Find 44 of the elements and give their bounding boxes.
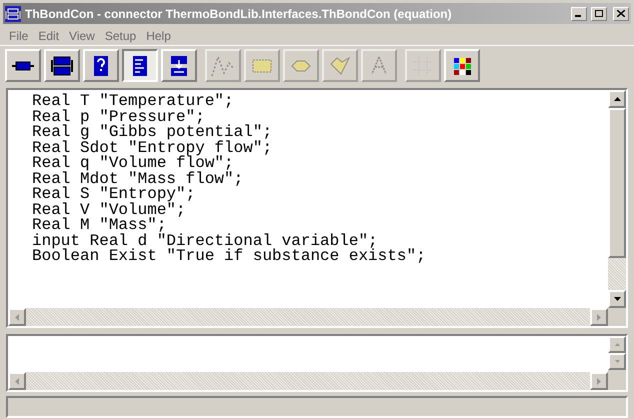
horizontal-scrollbar[interactable] — [8, 372, 608, 390]
menu-item[interactable]: File — [4, 26, 34, 44]
code-line: Real S "Entropy"; — [32, 187, 196, 202]
vertical-scrollbar[interactable] — [608, 90, 626, 308]
code-line: Boolean Exist "True if substance exists"; — [32, 249, 427, 264]
right-arrow-icon — [597, 314, 601, 320]
scroll-left-button[interactable] — [8, 372, 26, 390]
scroll-up-button[interactable] — [608, 90, 626, 108]
code-line: Real V "Volume"; — [32, 202, 186, 218]
window-icon — [5, 6, 21, 22]
close-icon — [617, 10, 625, 17]
menu-item[interactable]: Help — [141, 26, 176, 44]
scroll-thumb[interactable] — [608, 108, 626, 258]
code-line: Real q "Volume flow"; — [32, 156, 234, 172]
code-line: Real M "Mass"; — [32, 218, 166, 234]
scroll-right-button[interactable] — [590, 308, 608, 326]
window-title: ThBondCon - connector ThermoBondLib.Interfaces.ThBondCon (equation) — [25, 6, 453, 22]
left-arrow-icon — [15, 314, 19, 320]
menu-item[interactable]: Setup — [100, 26, 142, 44]
horizontal-scrollbar[interactable] — [8, 308, 608, 326]
code-line: Real Mdot "Mass flow"; — [32, 172, 244, 187]
scroll-down-button[interactable] — [608, 290, 626, 308]
maximize-button[interactable] — [591, 6, 607, 20]
code-line: input Real d "Directional variable"; — [32, 234, 378, 249]
down-arrow-icon — [614, 297, 620, 301]
up-arrow-icon — [614, 343, 620, 346]
scroll-left-button[interactable] — [8, 308, 26, 326]
maximize-icon — [595, 10, 603, 17]
up-arrow-icon — [614, 97, 620, 101]
minimize-button[interactable] — [571, 6, 587, 20]
menu-item[interactable]: View — [64, 26, 100, 44]
code-line: Real T "Temperature"; — [32, 94, 235, 110]
code-editor[interactable] — [8, 90, 608, 308]
close-button[interactable] — [613, 6, 629, 20]
code-line: Real p "Pressure"; — [32, 110, 205, 125]
code-line: Real g "Gibbs potential"; — [32, 125, 274, 140]
menu-item[interactable]: Edit — [33, 26, 64, 44]
left-arrow-icon — [15, 378, 19, 384]
window-icon — [50, 54, 74, 78]
toolbar-button[interactable] — [122, 49, 158, 82]
right-arrow-icon — [597, 378, 601, 384]
down-arrow-icon — [614, 360, 620, 363]
scroll-right-button[interactable] — [590, 372, 608, 390]
code-line: Real Sdot "Entropy flow"; — [32, 140, 274, 156]
